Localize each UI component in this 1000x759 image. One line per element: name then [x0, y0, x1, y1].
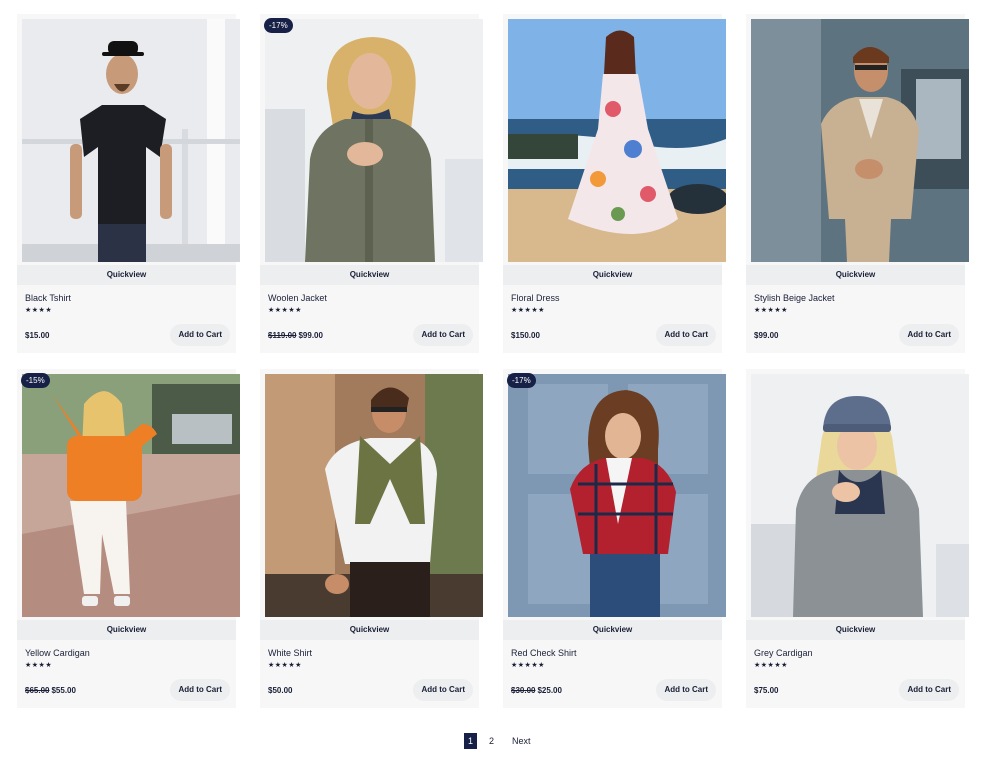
original-price: $119.00	[268, 331, 297, 340]
current-price: $25.00	[537, 686, 562, 695]
rating-stars: ★★★★★	[511, 307, 545, 314]
product-name[interactable]: Grey Cardigan	[754, 648, 813, 658]
discount-badge: -15%	[21, 373, 50, 388]
quickview-button[interactable]: Quickview	[503, 620, 722, 640]
product-name[interactable]: Floral Dress	[511, 293, 560, 303]
add-to-cart-button[interactable]: Add to Cart	[170, 324, 230, 346]
product-image[interactable]	[508, 19, 726, 262]
current-price: $99.00	[754, 331, 779, 340]
current-price: $55.00	[51, 686, 76, 695]
product-card: -17% Quickview Red Check Shirt ★★★★★ $30…	[503, 369, 726, 708]
quickview-button[interactable]: Quickview	[260, 620, 479, 640]
add-to-cart-button[interactable]: Add to Cart	[656, 679, 716, 701]
product-image[interactable]	[751, 19, 969, 262]
product-image[interactable]	[508, 374, 726, 617]
add-to-cart-button[interactable]: Add to Cart	[899, 324, 959, 346]
rating-stars: ★★★★	[25, 662, 53, 669]
quickview-button[interactable]: Quickview	[503, 265, 722, 285]
rating-stars: ★★★★★	[268, 307, 302, 314]
product-name[interactable]: White Shirt	[268, 648, 312, 658]
add-to-cart-button[interactable]: Add to Cart	[413, 679, 473, 701]
product-card: Quickview White Shirt ★★★★★ $50.00 Add t…	[260, 369, 483, 708]
quickview-button[interactable]: Quickview	[746, 620, 965, 640]
original-price: $30.00	[511, 686, 536, 695]
product-card: Quickview Stylish Beige Jacket ★★★★★ $99…	[746, 14, 969, 353]
product-name[interactable]: Woolen Jacket	[268, 293, 327, 303]
product-image[interactable]	[22, 19, 240, 262]
next-page-link[interactable]: Next	[512, 733, 531, 749]
add-to-cart-button[interactable]: Add to Cart	[413, 324, 473, 346]
current-price: $50.00	[268, 686, 293, 695]
page-2-link[interactable]: 2	[485, 733, 498, 749]
discount-badge: -17%	[264, 18, 293, 33]
rating-stars: ★★★★★	[754, 307, 788, 314]
product-name[interactable]: Stylish Beige Jacket	[754, 293, 835, 303]
add-to-cart-button[interactable]: Add to Cart	[170, 679, 230, 701]
quickview-button[interactable]: Quickview	[746, 265, 965, 285]
product-price: $15.00	[25, 331, 49, 340]
product-image[interactable]	[751, 374, 969, 617]
rating-stars: ★★★★	[25, 307, 53, 314]
product-image[interactable]	[265, 374, 483, 617]
rating-stars: ★★★★★	[268, 662, 302, 669]
rating-stars: ★★★★★	[511, 662, 545, 669]
product-price: $30.00 $25.00	[511, 686, 562, 695]
product-name[interactable]: Yellow Cardigan	[25, 648, 90, 658]
discount-badge: -17%	[507, 373, 536, 388]
product-price: $99.00	[754, 331, 778, 340]
product-price: $75.00	[754, 686, 778, 695]
add-to-cart-button[interactable]: Add to Cart	[899, 679, 959, 701]
product-image[interactable]	[22, 374, 240, 617]
product-name[interactable]: Red Check Shirt	[511, 648, 577, 658]
rating-stars: ★★★★★	[754, 662, 788, 669]
product-price: $119.00 $99.00	[268, 331, 323, 340]
product-card: Quickview Black Tshirt ★★★★ $15.00 Add t…	[17, 14, 240, 353]
original-price: $65.00	[25, 686, 50, 695]
current-price: $150.00	[511, 331, 540, 340]
current-price: $75.00	[754, 686, 779, 695]
product-price: $150.00	[511, 331, 540, 340]
product-card: Quickview Grey Cardigan ★★★★★ $75.00 Add…	[746, 369, 969, 708]
product-image[interactable]	[265, 19, 483, 262]
product-price: $65.00 $55.00	[25, 686, 76, 695]
product-name[interactable]: Black Tshirt	[25, 293, 71, 303]
product-card: -15% Quickview Yellow Cardigan ★★★★ $65.…	[17, 369, 240, 708]
page-1-link[interactable]: 1	[464, 733, 477, 749]
quickview-button[interactable]: Quickview	[17, 265, 236, 285]
product-card: -17% Quickview Woolen Jacket ★★★★★ $119.…	[260, 14, 483, 353]
product-grid: Quickview Black Tshirt ★★★★ $15.00 Add t…	[17, 14, 977, 708]
quickview-button[interactable]: Quickview	[260, 265, 479, 285]
current-price: $99.00	[298, 331, 323, 340]
add-to-cart-button[interactable]: Add to Cart	[656, 324, 716, 346]
product-price: $50.00	[268, 686, 292, 695]
quickview-button[interactable]: Quickview	[17, 620, 236, 640]
product-card: Quickview Floral Dress ★★★★★ $150.00 Add…	[503, 14, 726, 353]
current-price: $15.00	[25, 331, 50, 340]
pagination: 1 2 Next	[464, 733, 531, 749]
